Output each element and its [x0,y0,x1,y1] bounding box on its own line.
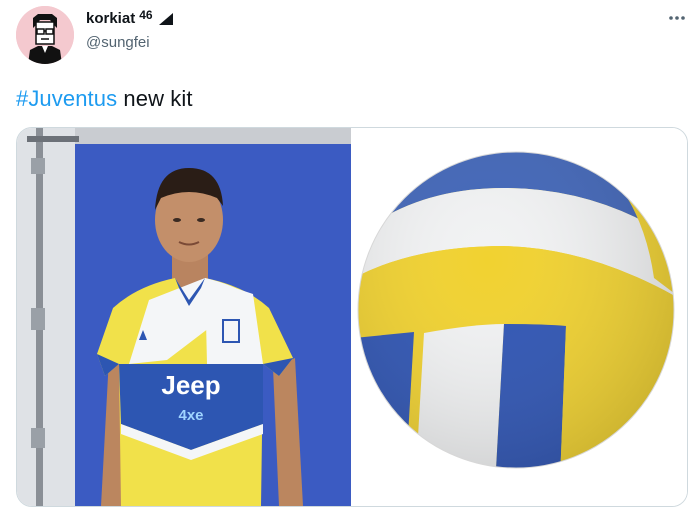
volleyball-image [357,151,675,469]
author-handle[interactable]: @sungfei [86,34,150,51]
name-badge: 46 [139,7,153,22]
avatar[interactable] [16,6,74,64]
more-horizontal-icon[interactable] [662,6,692,30]
author-name-row[interactable]: korkiat 46 [86,7,174,27]
player-in-kit-photo[interactable]: Jeep 4xe [17,128,351,506]
tweet-card: korkiat 46 @sungfei #Juventus new kit Je… [0,0,700,525]
media-grid: Jeep 4xe [16,127,688,507]
hashtag-link[interactable]: #Juventus [16,86,117,111]
signal-triangle-icon [158,12,173,25]
tweet-text-body: new kit [117,86,193,111]
shirt-sponsor: Jeep [161,370,220,400]
tweet-text: #Juventus new kit [16,86,193,112]
display-name[interactable]: korkiat [86,10,135,27]
player-in-kit-image: Jeep 4xe [17,128,351,506]
cartoon-avatar-icon [16,6,74,64]
shirt-sub-logo: 4xe [178,407,203,424]
volleyball-photo[interactable] [354,128,687,506]
